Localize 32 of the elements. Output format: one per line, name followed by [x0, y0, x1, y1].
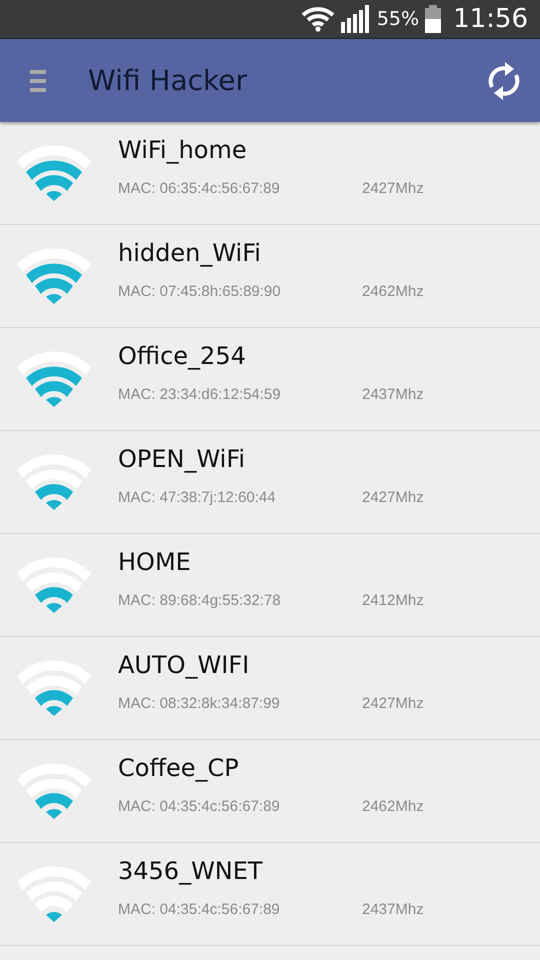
- mac-address: MAC: 07:45:8h:65:89:90: [118, 283, 282, 300]
- frequency: 2427Mhz: [362, 180, 424, 197]
- frequency: 2427Mhz: [362, 695, 424, 712]
- network-name: WiFi_home: [118, 136, 248, 166]
- mac-address: MAC: 04:35:4c:56:67:89: [118, 901, 281, 918]
- signal-icon: [340, 5, 371, 33]
- network-name: OPEN_WiFi: [118, 445, 246, 475]
- mac-address: MAC: 23:34:d6:12:54:59: [118, 386, 282, 403]
- network-name: HOME: [118, 548, 192, 578]
- frequency: 2462Mhz: [362, 798, 424, 815]
- clock: 11:56: [453, 4, 528, 34]
- frequency: 2412Mhz: [362, 592, 424, 609]
- frequency: 2437Mhz: [362, 901, 424, 918]
- network-name: Coffee_CP: [118, 754, 240, 784]
- battery-percentage: 55%: [376, 8, 420, 30]
- frequency: 2437Mhz: [362, 386, 424, 403]
- app-title: Wifi Hacker: [88, 64, 248, 97]
- mac-address: MAC: 08:32:8k:34:87:99: [118, 695, 281, 712]
- mac-address: MAC: 04:35:4c:56:67:89: [118, 798, 281, 815]
- mac-address: MAC: 89:68:4g:55:32:78: [118, 592, 282, 609]
- frequency: 2427Mhz: [362, 489, 424, 506]
- frequency: 2462Mhz: [362, 283, 424, 300]
- mac-address: MAC: 06:35:4c:56:67:89: [118, 180, 281, 197]
- network-name: hidden_WiFi: [118, 239, 262, 269]
- mac-address: MAC: 47:38:7j:12:60:44: [118, 489, 277, 506]
- wifi-icon: [300, 6, 335, 32]
- network-name: Office_254: [118, 342, 247, 372]
- network-name: 3456_WNET: [118, 857, 264, 887]
- network-name: AUTO_WIFI: [118, 651, 250, 681]
- battery-icon: [425, 5, 442, 33]
- menu-icon: [30, 70, 46, 92]
- refresh-icon: [486, 60, 522, 100]
